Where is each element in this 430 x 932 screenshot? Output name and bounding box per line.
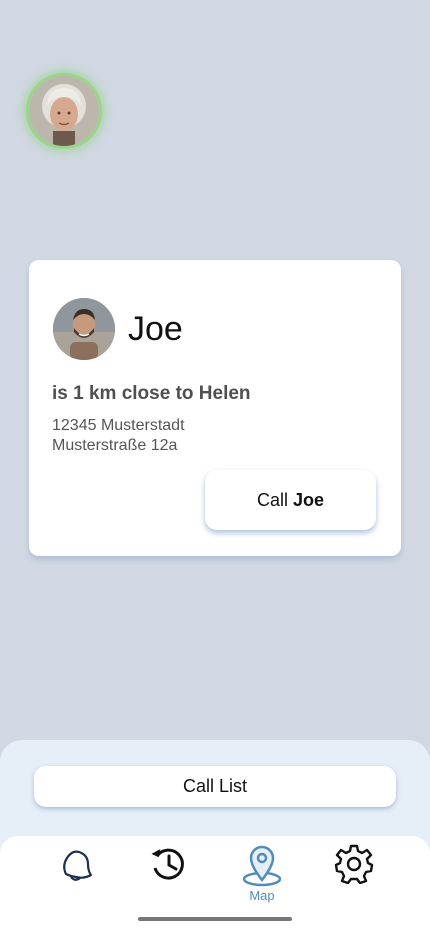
contact-card: Joe is 1 km close to Helen 12345 Musters…: [29, 260, 401, 556]
nav-item-map[interactable]: Map: [232, 844, 292, 910]
man-portrait: [53, 298, 115, 360]
nav-item-history[interactable]: [138, 844, 198, 910]
contact-avatar: [53, 298, 115, 360]
bell-icon: [63, 850, 93, 881]
call-button-prefix: Call: [256, 489, 288, 510]
elderly-woman-portrait: [29, 76, 99, 146]
history-icon: [151, 848, 184, 880]
distance-text: is 1 km close to Helen: [52, 383, 251, 404]
gear-icon: [334, 844, 374, 884]
nav-label-map: Map: [249, 888, 275, 903]
home-indicator: [138, 917, 292, 921]
user-avatar[interactable]: [26, 73, 102, 149]
nav-item-settings[interactable]: [324, 844, 384, 910]
contact-name: Joe: [128, 310, 183, 348]
address-line-1: 12345 Musterstadt: [52, 417, 185, 434]
call-button-name: Joe: [292, 489, 325, 510]
call-contact-button[interactable]: Call Joe: [205, 470, 376, 530]
map-screen: Joe is 1 km close to Helen 12345 Musters…: [0, 0, 430, 932]
call-list-button[interactable]: Call List: [34, 766, 396, 807]
address-line-2: Musterstraße 12a: [52, 437, 178, 454]
nav-item-alerts[interactable]: [46, 844, 106, 910]
map-pin-icon: [242, 845, 282, 887]
